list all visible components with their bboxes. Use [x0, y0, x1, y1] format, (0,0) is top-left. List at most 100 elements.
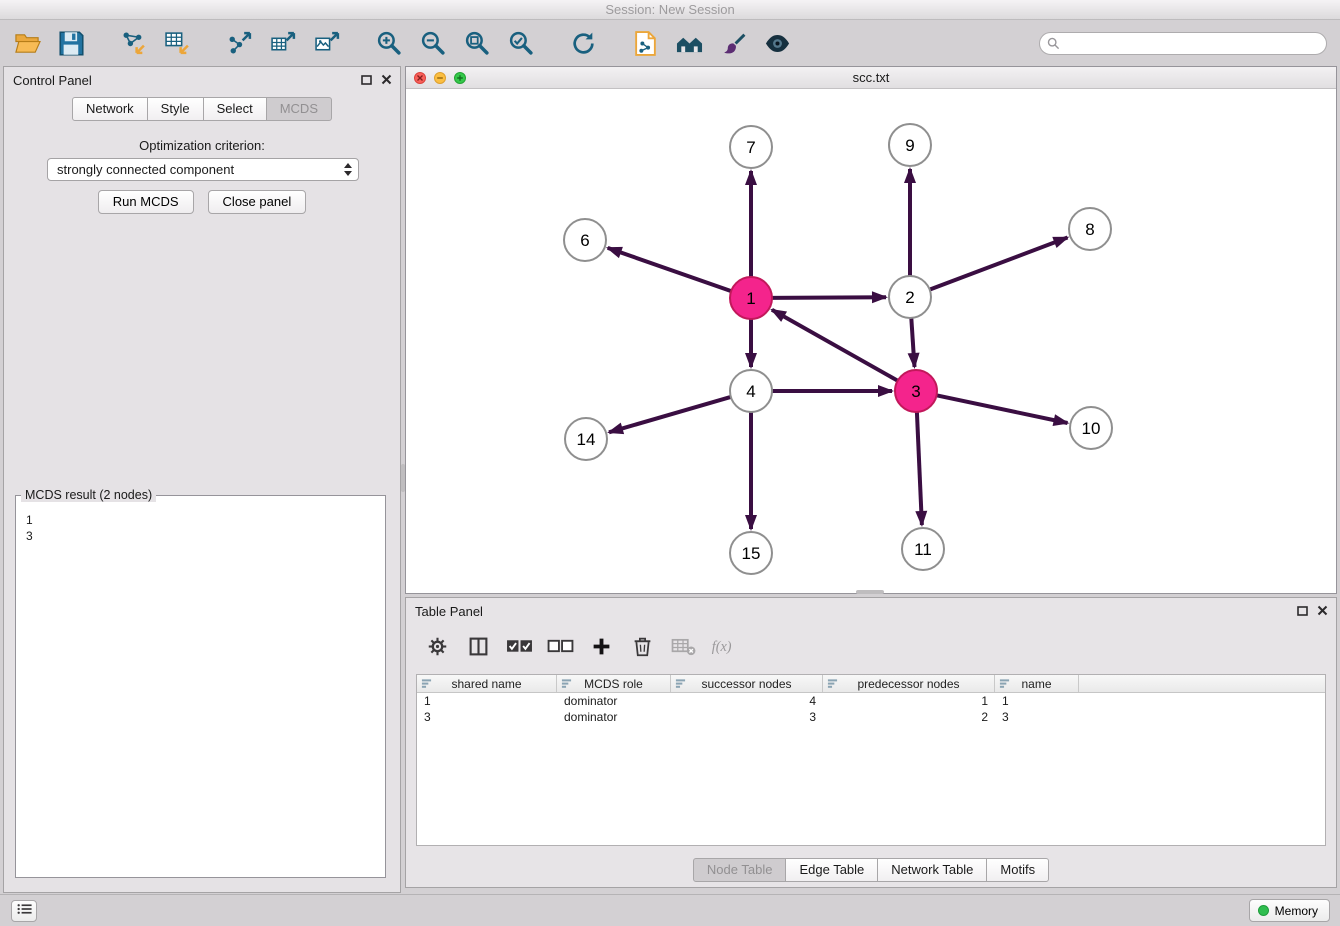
- network-canvas[interactable]: 7 9 6 8 1 2 4 3 14 10 15 11: [406, 89, 1336, 593]
- import-style-button[interactable]: [626, 26, 664, 60]
- table-tab-network-table[interactable]: Network Table: [877, 858, 987, 882]
- control-panel-tab-network[interactable]: Network: [72, 97, 148, 121]
- import-style-icon: [632, 30, 659, 57]
- table-cell[interactable]: 2: [823, 709, 995, 725]
- graph-edge-4-14[interactable]: [609, 397, 731, 432]
- toolbar-group: [220, 26, 346, 60]
- graph-node-8[interactable]: 8: [1069, 208, 1111, 250]
- mcds-result-title: MCDS result (2 nodes): [21, 488, 156, 502]
- table-panel-header: Table Panel: [406, 598, 1336, 624]
- delete-columns-button[interactable]: [629, 632, 656, 660]
- table-cell[interactable]: 1: [995, 693, 1079, 709]
- table-cell[interactable]: 3: [995, 709, 1079, 725]
- graph-node-6[interactable]: 6: [564, 219, 606, 261]
- graph-node-15[interactable]: 15: [730, 532, 772, 574]
- function-builder-button[interactable]: f(x): [711, 632, 738, 660]
- deselect-all-button[interactable]: [547, 632, 574, 660]
- svg-text:14: 14: [577, 430, 596, 449]
- graph-edge-3-10[interactable]: [937, 395, 1068, 423]
- network-overview-button[interactable]: [670, 26, 708, 60]
- graph-edge-2-3[interactable]: [911, 318, 914, 367]
- save-session-button[interactable]: [52, 26, 90, 60]
- minimize-window-icon[interactable]: [434, 72, 446, 84]
- graph-edge-3-1[interactable]: [772, 310, 898, 381]
- control-panel-tab-mcds[interactable]: MCDS: [266, 97, 332, 121]
- graph-node-4[interactable]: 4: [730, 370, 772, 412]
- zoom-in-icon: [376, 30, 403, 57]
- mcds-result-item[interactable]: 1: [18, 512, 383, 528]
- add-column-button[interactable]: [588, 632, 615, 660]
- control-panel-tab-select[interactable]: Select: [203, 97, 267, 121]
- table-cell[interactable]: 3: [417, 709, 557, 725]
- graph-node-10[interactable]: 10: [1070, 407, 1112, 449]
- column-header-label: MCDS role: [584, 677, 643, 691]
- column-header-shared-name[interactable]: shared name: [417, 675, 557, 692]
- export-network-button[interactable]: [220, 26, 258, 60]
- column-attribute-icon: [421, 678, 432, 689]
- graph-node-3[interactable]: 3: [895, 370, 937, 412]
- table-cell[interactable]: 1: [823, 693, 995, 709]
- export-image-button[interactable]: [308, 26, 346, 60]
- control-panel-tab-style[interactable]: Style: [147, 97, 204, 121]
- run-mcds-button[interactable]: Run MCDS: [98, 190, 194, 214]
- graph-node-2[interactable]: 2: [889, 276, 931, 318]
- table-cell[interactable]: 1: [417, 693, 557, 709]
- apply-style-button[interactable]: [714, 26, 752, 60]
- column-header-successor-nodes[interactable]: successor nodes: [671, 675, 823, 692]
- delete-table-button[interactable]: [670, 632, 697, 660]
- graph-node-11[interactable]: 11: [902, 528, 944, 570]
- graph-edge-2-8[interactable]: [930, 238, 1068, 290]
- table-row[interactable]: 1dominator411: [417, 693, 1325, 709]
- column-header-name[interactable]: name: [995, 675, 1079, 692]
- column-header-predecessor-nodes[interactable]: predecessor nodes: [823, 675, 995, 692]
- zoom-out-button[interactable]: [414, 26, 452, 60]
- table-cell[interactable]: dominator: [557, 693, 671, 709]
- zoom-window-icon[interactable]: [454, 72, 466, 84]
- zoom-in-button[interactable]: [370, 26, 408, 60]
- apply-layout-button[interactable]: [564, 26, 602, 60]
- graph-edge-1-2[interactable]: [772, 297, 886, 298]
- network-graph: 7 9 6 8 1 2 4 3 14 10 15 11: [406, 89, 1336, 593]
- main-toolbar: [0, 21, 1340, 65]
- import-network-from-file-button[interactable]: [114, 26, 152, 60]
- close-panel-button[interactable]: Close panel: [208, 190, 307, 214]
- table-cell[interactable]: dominator: [557, 709, 671, 725]
- mcds-result-item[interactable]: 3: [18, 528, 383, 544]
- table-row[interactable]: 3dominator323: [417, 709, 1325, 725]
- memory-button[interactable]: Memory: [1249, 899, 1330, 922]
- close-panel-icon[interactable]: [381, 74, 392, 85]
- status-bar: Memory: [0, 894, 1340, 926]
- select-all-button[interactable]: [506, 632, 533, 660]
- window-traffic-lights: [414, 72, 466, 84]
- close-table-panel-icon[interactable]: [1317, 605, 1328, 616]
- table-tab-motifs[interactable]: Motifs: [986, 858, 1049, 882]
- optimization-criterion-select[interactable]: strongly connected component: [47, 158, 359, 181]
- float-panel-icon[interactable]: [361, 74, 372, 85]
- table-tab-node-table[interactable]: Node Table: [693, 858, 787, 882]
- horizontal-splitter-handle[interactable]: [856, 590, 884, 594]
- graph-node-7[interactable]: 7: [730, 126, 772, 168]
- graph-edge-1-6[interactable]: [608, 248, 732, 291]
- task-history-button[interactable]: [11, 900, 37, 922]
- table-settings-button[interactable]: [424, 632, 451, 660]
- graph-edge-3-11[interactable]: [917, 412, 922, 525]
- export-table-button[interactable]: [264, 26, 302, 60]
- float-table-panel-icon[interactable]: [1297, 605, 1308, 616]
- import-table-from-file-button[interactable]: [158, 26, 196, 60]
- delete-table-icon: [670, 636, 697, 657]
- open-session-button[interactable]: [8, 26, 46, 60]
- graph-node-14[interactable]: 14: [565, 418, 607, 460]
- search-input[interactable]: [1064, 35, 1326, 53]
- show-graphics-details-button[interactable]: [758, 26, 796, 60]
- close-window-icon[interactable]: [414, 72, 426, 84]
- vertical-splitter-handle[interactable]: [401, 464, 405, 492]
- table-tab-edge-table[interactable]: Edge Table: [785, 858, 878, 882]
- graph-node-1[interactable]: 1: [730, 277, 772, 319]
- zoom-fit-button[interactable]: [458, 26, 496, 60]
- graph-node-9[interactable]: 9: [889, 124, 931, 166]
- column-header-mcds-role[interactable]: MCDS role: [557, 675, 671, 692]
- show-columns-button[interactable]: [465, 632, 492, 660]
- table-cell[interactable]: 3: [671, 709, 823, 725]
- table-cell[interactable]: 4: [671, 693, 823, 709]
- zoom-selected-button[interactable]: [502, 26, 540, 60]
